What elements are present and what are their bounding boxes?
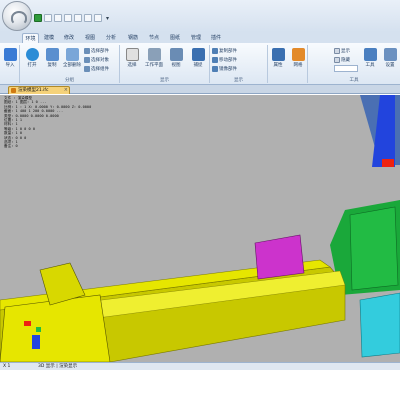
select-part-button[interactable]: 选择部件 [84, 47, 109, 54]
settings-icon [383, 48, 397, 61]
copy-icon [45, 48, 59, 61]
magenta-block [254, 234, 305, 280]
hide-button[interactable]: 隐藏 [334, 56, 350, 63]
move-part-icon [212, 56, 218, 63]
app-menu-button[interactable] [2, 1, 32, 31]
zoom-icon[interactable] [94, 14, 102, 22]
ribbon-group-import: 导入 [0, 45, 20, 83]
green-plate [349, 206, 399, 291]
mirror-part-button[interactable]: 镜像部件 [212, 65, 237, 72]
title-bar: ▾ [0, 0, 400, 32]
work-plane-button[interactable]: 工作平面 [144, 47, 164, 75]
select-component-button[interactable]: 选择组件 [84, 65, 109, 72]
select-object-icon [84, 56, 90, 63]
ribbon-tab-bar: 环境 建模 修改 视图 分析 钢筋 节点 图纸 管理 插件 [0, 32, 400, 43]
open-button[interactable]: 打开 [22, 47, 42, 75]
grid-icon [291, 48, 305, 61]
status-left-text: X 1 [3, 364, 11, 369]
ribbon-group-properties: 属性 网格 [268, 45, 308, 83]
properties-icon [271, 48, 285, 61]
import-button[interactable]: 导入 [0, 47, 20, 75]
ribbon-group-display-1: 选择 工作平面 视图 捕捉 显示 [120, 45, 210, 83]
tab-drawing[interactable]: 图纸 [168, 33, 182, 43]
ribbon-group-tools: 显示 隐藏 工具 设置 工具 [308, 45, 400, 83]
red-marker [24, 321, 31, 326]
tab-plugins[interactable]: 插件 [209, 33, 223, 43]
status-display-mode[interactable]: 3D 显示 | 渲染显示 [38, 363, 77, 370]
tab-rebar[interactable]: 钢筋 [126, 33, 140, 43]
import-icon [3, 48, 17, 61]
tools-button[interactable]: 工具 [360, 47, 380, 75]
delete-all-button[interactable]: 全部删除 [62, 47, 82, 75]
tab-modify[interactable]: 修改 [62, 33, 76, 43]
open-icon[interactable] [44, 14, 52, 22]
select-part-icon [84, 47, 90, 54]
tab-node[interactable]: 节点 [147, 33, 161, 43]
checkbox-icon [334, 56, 340, 63]
delete-icon [65, 48, 79, 61]
close-tab-button[interactable]: × [64, 87, 68, 94]
empty-area [0, 370, 400, 400]
undo-icon[interactable] [64, 14, 72, 22]
copy-part-button[interactable]: 复制部件 [212, 47, 237, 54]
model-viewport[interactable]: 文件 : 渲染模型 图纸: 1 图层: 1 0 ... 比例: 1 : 1 X:… [0, 95, 400, 362]
select-button[interactable]: 选择 [122, 47, 142, 75]
mirror-part-icon [212, 65, 218, 72]
model-info-panel: 文件 : 渲染模型 图纸: 1 图层: 1 0 ... 比例: 1 : 1 X:… [4, 96, 92, 149]
status-bar: X 1 3D 显示 | 渲染显示 [0, 362, 400, 370]
ribbon: 导入 打开 复制 全部删除 选择部件 选择对象 选择组件 分组 选择 工作平面 … [0, 43, 400, 85]
blue-marker [32, 335, 40, 349]
ribbon-group-display-2: 复制部件 移动部件 镜像部件 显示 [210, 45, 268, 83]
model-file-icon [11, 88, 16, 93]
work-plane-icon [147, 48, 161, 61]
tab-view[interactable]: 视图 [83, 33, 97, 43]
checkbox-icon [334, 47, 340, 54]
quick-access-toolbar: ▾ [34, 14, 109, 22]
move-part-button[interactable]: 移动部件 [212, 56, 237, 63]
redo-icon[interactable] [74, 14, 82, 22]
ribbon-group-grouping: 打开 复制 全部删除 选择部件 选择对象 选择组件 分组 [20, 45, 120, 83]
properties-button[interactable]: 属性 [268, 47, 288, 75]
show-button[interactable]: 显示 [334, 47, 350, 54]
document-tab-bar: 渲染模型21.ifc × [0, 85, 400, 94]
copy-part-icon [212, 47, 218, 54]
tab-environment[interactable]: 环境 [22, 33, 39, 43]
tools-icon [363, 48, 377, 61]
cyan-plate [359, 292, 400, 358]
tab-analysis[interactable]: 分析 [104, 33, 118, 43]
view-icon [169, 48, 183, 61]
snap-icon [191, 48, 205, 61]
select-icon [125, 48, 139, 61]
refresh-icon [25, 48, 39, 61]
copy-button[interactable]: 复制 [42, 47, 62, 75]
settings-button[interactable]: 设置 [380, 47, 400, 75]
tab-manage[interactable]: 管理 [189, 33, 203, 43]
view-button[interactable]: 视图 [166, 47, 186, 75]
green-marker [36, 327, 41, 332]
document-tab[interactable]: 渲染模型21.ifc × [8, 86, 70, 94]
value-input[interactable] [334, 65, 358, 72]
tab-modeling[interactable]: 建模 [42, 33, 56, 43]
snap-button[interactable]: 捕捉 [188, 47, 208, 75]
save-icon[interactable] [54, 14, 62, 22]
new-icon[interactable] [34, 14, 42, 22]
qat-customize-button[interactable]: ▾ [106, 15, 109, 22]
select-component-icon [84, 65, 90, 72]
print-icon[interactable] [84, 14, 92, 22]
red-detail [382, 159, 394, 167]
grid-button[interactable]: 网格 [288, 47, 308, 75]
select-object-button[interactable]: 选择对象 [84, 56, 109, 63]
